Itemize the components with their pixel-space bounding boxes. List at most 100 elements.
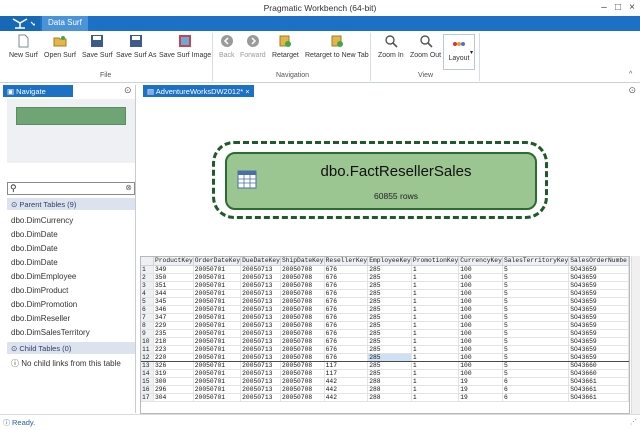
table-cell[interactable]: 20050713 — [240, 337, 281, 346]
table-node-body[interactable]: dbo.FactResellerSales 60855 rows — [225, 152, 537, 210]
table-cell[interactable]: 676 — [324, 281, 369, 290]
column-header[interactable]: ResellerKey — [324, 257, 369, 266]
table-cell[interactable]: 285 — [367, 289, 412, 298]
table-cell[interactable]: 5 — [502, 297, 570, 306]
save-surf-as-button[interactable]: Save Surf As — [116, 34, 156, 59]
table-cell[interactable]: 20050708 — [280, 377, 325, 386]
row-number[interactable]: 15 — [141, 377, 155, 386]
table-cell[interactable]: 20050713 — [240, 393, 281, 402]
table-cell[interactable]: 100 — [458, 305, 503, 314]
maximize-button[interactable]: □ — [611, 2, 625, 14]
table-cell[interactable]: 20050701 — [193, 305, 242, 314]
table-cell[interactable]: 1 — [411, 321, 460, 330]
table-row[interactable]: 4 344 20050701 20050713 20050708 676 285 1 100 5 S… — [141, 289, 629, 298]
table-cell[interactable]: 676 — [324, 313, 369, 322]
table-cell[interactable]: 20050713 — [240, 385, 281, 394]
table-cell[interactable]: 20050701 — [193, 345, 242, 354]
table-row[interactable]: 16 296 20050701 20050713 20050708 442 288 1 19 6 S… — [141, 385, 629, 394]
table-cell[interactable]: 20050713 — [240, 273, 281, 282]
table-cell[interactable]: 100 — [458, 369, 503, 378]
table-cell[interactable]: SO43659 — [568, 297, 629, 306]
table-cell[interactable]: 223 — [153, 345, 194, 354]
table-cell[interactable]: 6 — [502, 385, 570, 394]
table-cell[interactable]: 1 — [411, 385, 460, 394]
pane-menu-icon[interactable]: ⊙ — [124, 85, 132, 96]
table-cell[interactable]: SO43661 — [568, 385, 629, 394]
table-cell[interactable]: 1 — [411, 369, 460, 378]
table-cell[interactable]: 20050708 — [280, 361, 325, 370]
table-cell[interactable]: 1 — [411, 297, 460, 306]
tab-data-surf[interactable]: Data Surf — [42, 16, 88, 31]
parent-tables-header[interactable]: ⊙ Parent Tables (9) — [7, 198, 135, 210]
table-cell[interactable]: 442 — [324, 385, 369, 394]
zoom-in-button[interactable]: Zoom In — [378, 34, 404, 59]
table-cell[interactable]: 347 — [153, 313, 194, 322]
back-button[interactable]: Back — [219, 34, 235, 59]
retarget-new-tab-button[interactable]: Retarget to New Tab — [305, 34, 369, 59]
table-cell[interactable]: 349 — [153, 265, 194, 274]
column-header[interactable]: DueDateKey — [240, 257, 281, 266]
table-cell[interactable]: 20050701 — [193, 377, 242, 386]
table-cell[interactable]: 304 — [153, 393, 194, 402]
table-cell[interactable]: 100 — [458, 313, 503, 322]
table-cell[interactable]: 5 — [502, 361, 570, 370]
parent-table-item[interactable]: dbo.DimReseller — [11, 314, 70, 323]
row-number[interactable]: 16 — [141, 385, 155, 394]
row-number[interactable]: 10 — [141, 337, 155, 346]
table-cell[interactable]: 350 — [153, 273, 194, 282]
table-cell[interactable]: 20050701 — [193, 337, 242, 346]
table-row[interactable]: 1 349 20050701 20050713 20050708 676 285 1 100 5 S… — [141, 265, 629, 274]
table-row[interactable]: 13 326 20050701 20050713 20050708 117 285 1 100 5… — [141, 361, 629, 370]
table-cell[interactable]: 100 — [458, 273, 503, 282]
column-header[interactable]: SalesTerritoryKey — [502, 257, 570, 266]
table-cell[interactable]: 20050701 — [193, 313, 242, 322]
table-cell[interactable]: 20050713 — [240, 305, 281, 314]
chevron-down-icon[interactable]: ▾ — [470, 49, 473, 56]
table-cell[interactable]: 5 — [502, 352, 570, 362]
table-cell[interactable]: 20050713 — [240, 297, 281, 306]
table-cell[interactable]: 20050708 — [280, 313, 325, 322]
row-number[interactable]: 6 — [141, 305, 155, 314]
table-cell[interactable]: 20050701 — [193, 265, 242, 274]
table-cell[interactable]: 1 — [411, 352, 460, 362]
parent-table-item[interactable]: dbo.DimEmployee — [11, 272, 76, 281]
table-cell[interactable]: 1 — [411, 313, 460, 322]
table-cell[interactable]: SO43659 — [568, 337, 629, 346]
parent-table-item[interactable]: dbo.DimCurrency — [11, 216, 73, 225]
row-number[interactable]: 2 — [141, 273, 155, 282]
row-number[interactable]: 14 — [141, 369, 155, 378]
table-cell[interactable]: 20050708 — [280, 337, 325, 346]
table-cell[interactable]: 5 — [502, 345, 570, 354]
table-cell[interactable]: 20050701 — [193, 361, 242, 370]
table-cell[interactable]: 285 — [367, 345, 412, 354]
column-header[interactable]: OrderDateKey — [193, 257, 242, 266]
table-row[interactable]: 6 346 20050701 20050713 20050708 676 285 1 100 5 S… — [141, 305, 629, 314]
table-cell[interactable]: 326 — [153, 361, 194, 370]
table-cell[interactable]: 285 — [367, 361, 412, 370]
row-number[interactable]: 3 — [141, 281, 155, 290]
row-number[interactable]: 9 — [141, 329, 155, 338]
table-cell[interactable]: 20050708 — [280, 265, 325, 274]
table-cell[interactable]: 20050708 — [280, 385, 325, 394]
table-cell[interactable]: 345 — [153, 297, 194, 306]
table-cell[interactable]: SO43659 — [568, 313, 629, 322]
table-cell[interactable]: 5 — [502, 329, 570, 338]
table-cell[interactable]: SO43659 — [568, 305, 629, 314]
table-cell[interactable]: 1 — [411, 337, 460, 346]
table-cell[interactable]: 20050701 — [193, 393, 242, 402]
table-cell[interactable]: SO43659 — [568, 329, 629, 338]
table-cell[interactable]: 676 — [324, 305, 369, 314]
forward-button[interactable]: Forward — [240, 34, 266, 59]
table-cell[interactable]: 5 — [502, 305, 570, 314]
document-menu-icon[interactable]: ⊙ — [628, 85, 636, 96]
parent-table-item[interactable]: dbo.DimPromotion — [11, 300, 77, 309]
row-number[interactable]: 1 — [141, 265, 155, 274]
table-cell[interactable]: 20050708 — [280, 281, 325, 290]
table-cell[interactable]: 5 — [502, 289, 570, 298]
table-cell[interactable]: 5 — [502, 273, 570, 282]
table-cell[interactable]: 100 — [458, 337, 503, 346]
table-cell[interactable]: 676 — [324, 265, 369, 274]
table-cell[interactable]: 19 — [458, 377, 503, 386]
table-cell[interactable]: 20050701 — [193, 273, 242, 282]
table-cell[interactable]: 319 — [153, 369, 194, 378]
